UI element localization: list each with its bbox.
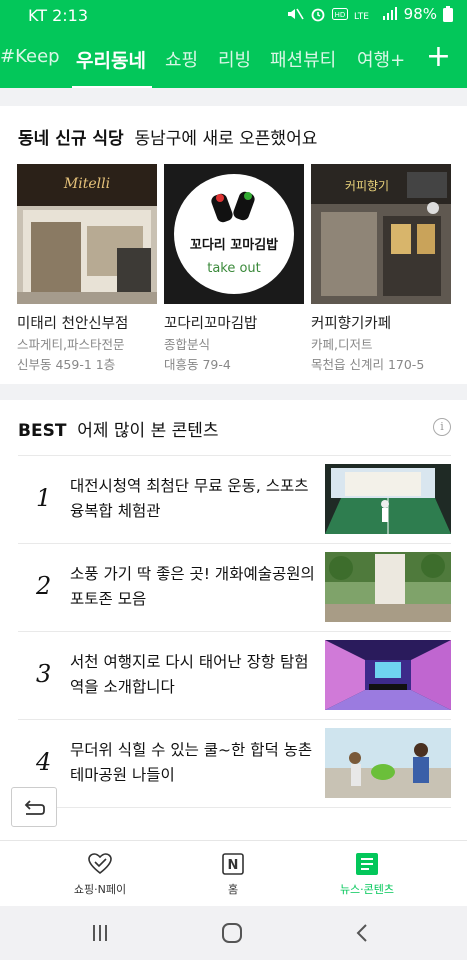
return-arrow-icon <box>24 800 45 815</box>
svg-text:LTE: LTE <box>354 12 369 21</box>
home-button-icon[interactable] <box>221 922 243 944</box>
restaurant-thumbnail-1[interactable]: Mitelli <box>17 164 157 304</box>
category-tabs: #Keep 우리동네 쇼핑 리빙 패션뷰티 여행+ + <box>0 40 467 88</box>
nav-shopping-npay[interactable]: 쇼핑·N페이 <box>45 851 155 897</box>
restaurant-thumbnail-3[interactable]: 커피향기 <box>311 164 451 304</box>
section-title: 동네 신규 식당 동남구에 새로 오픈했어요 <box>18 124 317 149</box>
section-title-subtext: 동남구에 새로 오픈했어요 <box>134 129 318 149</box>
best-title-2: 소풍 가기 딱 좋은 곳! 개화예술공원의 포토존 모음 <box>70 565 315 608</box>
status-icons: HD LTE 98% <box>286 5 453 23</box>
restaurant-category-3: 카페,디저트 <box>311 337 373 352</box>
nav-news-contents[interactable]: 뉴스·콘텐츠 <box>312 851 422 897</box>
best-thumbnail-1 <box>325 464 451 534</box>
tab-keep[interactable]: #Keep <box>0 46 60 67</box>
recent-apps-icon[interactable] <box>90 923 110 943</box>
nav-label-news: 뉴스·콘텐츠 <box>339 883 395 896</box>
best-rank-3: 3 <box>36 660 52 688</box>
best-rank-4: 4 <box>36 748 52 776</box>
naver-home-icon: N <box>222 853 244 875</box>
nav-home[interactable]: N 홈 <box>178 851 288 897</box>
restaurant-address-3: 목천읍 신계리 170-5 <box>311 357 425 372</box>
system-navigation-bar <box>0 906 467 960</box>
svg-text:HD: HD <box>334 11 345 19</box>
restaurant-name-2[interactable]: 꼬다리꼬마김밥 <box>164 312 257 333</box>
mute-icon <box>287 8 304 20</box>
restaurant-category-1: 스파게티,파스타전문 <box>17 337 125 352</box>
best-thumbnail-4 <box>325 728 451 798</box>
add-tab-button[interactable]: + <box>426 42 451 72</box>
best-section-title: BEST 어제 많이 본 콘텐츠 <box>18 416 219 441</box>
best-title-3: 서천 여행지로 다시 태어난 장항 탐험역을 소개합니다 <box>70 653 309 696</box>
restaurant-sign-1: Mitelli <box>63 176 110 192</box>
svg-text:N: N <box>228 858 239 873</box>
return-button[interactable] <box>11 787 57 827</box>
nav-label-shopping: 쇼핑·N페이 <box>73 883 127 896</box>
best-content-section: BEST 어제 많이 본 콘텐츠 i 1 대전시청역 최첨단 무료 운동, 스포… <box>0 400 467 864</box>
section-title-bold: 동네 신규 식당 <box>18 129 124 149</box>
status-bar: KT 2:13 HD LTE 98% <box>0 0 467 30</box>
best-rank-1: 1 <box>36 484 52 512</box>
back-icon[interactable] <box>354 923 370 943</box>
tab-neighborhood[interactable]: 우리동네 <box>76 46 146 73</box>
battery-icon <box>443 6 453 22</box>
best-rank-2: 2 <box>36 572 52 600</box>
info-icon[interactable]: i <box>433 418 451 436</box>
best-list-item-1[interactable]: 1 대전시청역 최첨단 무료 운동, 스포츠 융복합 체험관 <box>18 455 451 543</box>
best-title-1: 대전시청역 최첨단 무료 운동, 스포츠 융복합 체험관 <box>70 477 309 520</box>
restaurant-category-2: 종합분식 <box>164 337 211 352</box>
best-thumbnail-3 <box>325 640 451 710</box>
bottom-navigation: 쇼핑·N페이 N 홈 뉴스·콘텐츠 <box>0 840 467 906</box>
signal-icon <box>382 7 397 20</box>
restaurant-address-2: 대흥동 79-4 <box>164 357 231 372</box>
best-thumbnail-2 <box>325 552 451 622</box>
best-title-subtext: 어제 많이 본 콘텐츠 <box>77 421 219 441</box>
tab-travel[interactable]: 여행+ <box>357 46 405 72</box>
active-tab-indicator <box>72 86 152 88</box>
best-list-item-3[interactable]: 3 서천 여행지로 다시 태어난 장항 탐험역을 소개합니다 <box>18 631 451 719</box>
restaurant-sign-3: 커피향기 <box>345 179 389 193</box>
tab-fashion-beauty[interactable]: 패션뷰티 <box>270 46 336 72</box>
restaurant-name-3[interactable]: 커피향기카페 <box>311 312 391 333</box>
hd-icon: HD <box>331 8 348 20</box>
restaurant-thumbnail-2[interactable]: 꼬다리 꼬마김밥 take out <box>164 164 304 304</box>
restaurant-address-1: 신부동 459-1 1층 <box>17 357 116 372</box>
news-icon <box>356 853 378 875</box>
restaurant-name-1[interactable]: 미태리 천안신부점 <box>17 312 128 333</box>
heart-check-icon <box>88 853 112 875</box>
status-carrier-time: KT 2:13 <box>28 6 89 25</box>
kimbap-logo-subtext: take out <box>207 261 261 276</box>
best-list-item-4[interactable]: 4 무더위 식힐 수 있는 쿨~한 합덕 농촌테마공원 나들이 <box>18 719 451 807</box>
best-title-4: 무더위 식힐 수 있는 쿨~한 합덕 농촌테마공원 나들이 <box>70 741 313 784</box>
kimbap-logo-text: 꼬다리 꼬마김밥 <box>190 237 278 253</box>
best-list-item-2[interactable]: 2 소풍 가기 딱 좋은 곳! 개화예술공원의 포토존 모음 <box>18 543 451 631</box>
tab-shopping[interactable]: 쇼핑 <box>165 46 198 72</box>
new-restaurants-section: 동네 신규 식당 동남구에 새로 오픈했어요 Mitelli 미태리 천안신부점… <box>0 106 467 384</box>
lte-icon: LTE <box>354 12 369 21</box>
battery-percent: 98% <box>403 5 437 23</box>
best-title-bold: BEST <box>18 421 67 441</box>
tab-living[interactable]: 리빙 <box>218 46 251 72</box>
top-bar: KT 2:13 HD LTE 98% #Keep 우리동네 쇼핑 리빙 패션뷰티… <box>0 0 467 88</box>
alarm-icon <box>311 8 325 22</box>
nav-label-home: 홈 <box>227 883 239 896</box>
